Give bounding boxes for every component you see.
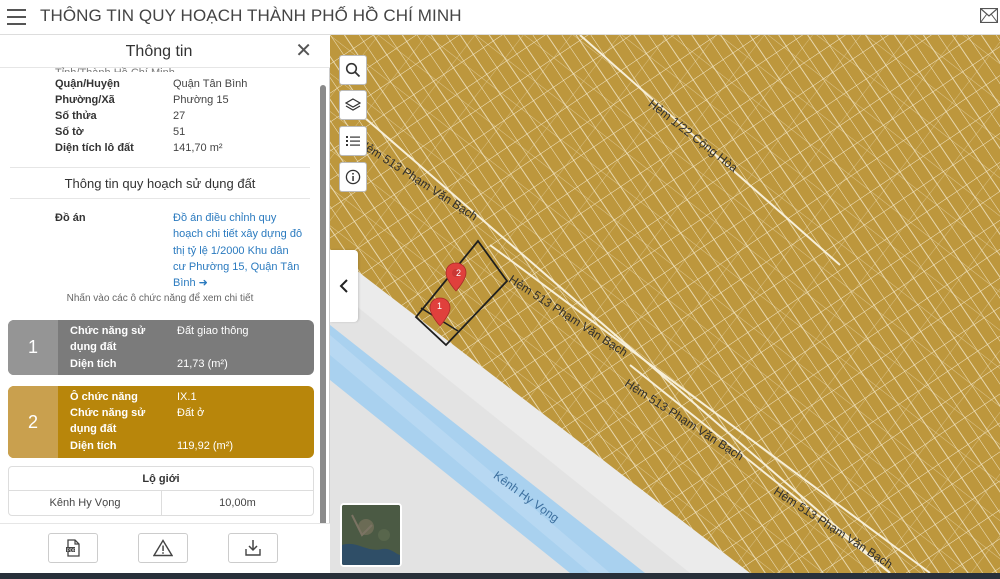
divider: [10, 198, 310, 199]
planning-map[interactable]: 2 1 Hẻm 513 Phạm Văn Bạch Hẻm 513 Phạm V…: [330, 35, 1000, 573]
chevron-left-icon: [339, 279, 348, 293]
info-panel: Thông tin ✕ Tỉnh/Thành Hồ Chí Minh Quận/…: [0, 35, 330, 573]
do-an-label: Đồ án: [55, 212, 86, 224]
panel-header: Thông tin ✕: [0, 35, 330, 68]
warning-icon[interactable]: [138, 533, 188, 563]
svg-text:PDF: PDF: [67, 547, 76, 552]
info-value: 51: [173, 126, 186, 138]
land-use-card-2[interactable]: 2 Ô chức năng IX.1 Chức năng sử dụng đất…: [8, 386, 314, 458]
info-key: Phường/Xã: [55, 94, 115, 106]
card-key: Diện tích: [70, 440, 117, 452]
mail-icon[interactable]: [980, 8, 998, 23]
info-value: 27: [173, 110, 186, 122]
lo-gioi-width: 10,00m: [219, 497, 256, 509]
card-key: Chức năng sử dụng đất: [70, 407, 146, 435]
panel-title: Thông tin: [125, 43, 193, 60]
layers-icon[interactable]: [339, 90, 367, 120]
lo-gioi-header: Lộ giới: [9, 467, 313, 491]
satellite-thumbnail: [342, 505, 400, 565]
info-key: Số tờ: [55, 126, 84, 138]
card-key: Ô chức năng: [70, 391, 138, 403]
info-key: Quận/Huyện: [55, 78, 120, 90]
os-taskbar: [0, 573, 1000, 579]
panel-scrollbar[interactable]: [320, 85, 326, 555]
land-use-card-1[interactable]: 1 Chức năng sử dụng đất Đất giao thông D…: [8, 320, 314, 375]
close-icon[interactable]: ✕: [295, 41, 312, 61]
card-key: Diện tích: [70, 358, 117, 370]
satellite-basemap-toggle[interactable]: [340, 503, 402, 567]
divider: [10, 167, 310, 168]
search-icon[interactable]: [339, 55, 367, 85]
top-bar: THÔNG TIN QUY HOẠCH THÀNH PHỐ HỒ CHÍ MIN…: [0, 0, 1000, 35]
info-value: Quận Tân Bình: [173, 78, 248, 90]
card-value: Đất ở: [177, 407, 205, 419]
info-value: 141,70 m²: [173, 142, 223, 154]
card-number: 2: [8, 386, 58, 458]
card-value: 119,92 (m²): [177, 440, 234, 452]
section-title: Thông tin quy hoạch sử dụng đất: [64, 176, 256, 191]
card-key: Chức năng sử dụng đất: [70, 325, 146, 353]
card-value: 21,73 (m²): [177, 358, 228, 370]
marker-2-number: 2: [456, 268, 462, 278]
marker-1-number: 1: [437, 301, 443, 311]
download-icon[interactable]: [228, 533, 278, 563]
hamburger-menu-icon[interactable]: [7, 9, 26, 25]
collapse-panel-button[interactable]: [330, 250, 358, 322]
lo-gioi-name: Kênh Hy Vọng: [9, 491, 162, 515]
info-key: Số thửa: [55, 110, 97, 122]
info-key: Diện tích lô đất: [55, 142, 134, 154]
hint-text: Nhấn vào các ô chức năng để xem chi tiết: [66, 293, 254, 304]
app-title: THÔNG TIN QUY HOẠCH THÀNH PHỐ HỒ CHÍ MIN…: [40, 6, 462, 25]
lo-gioi-table: Lộ giới Kênh Hy Vọng 10,00m: [8, 466, 314, 516]
clipped-row: Tỉnh/Thành Hồ Chí Minh: [55, 67, 175, 72]
pdf-document-icon[interactable]: PDF: [48, 533, 98, 563]
card-value: Đất giao thông: [177, 325, 249, 337]
list-icon[interactable]: [339, 126, 367, 156]
panel-action-bar: PDF: [0, 523, 330, 573]
info-value: Phường 15: [173, 94, 229, 106]
info-icon[interactable]: [339, 162, 367, 192]
do-an-link[interactable]: Đồ án điều chỉnh quy hoạch chi tiết xây …: [173, 210, 303, 291]
card-value: IX.1: [177, 391, 197, 403]
card-number: 1: [8, 320, 58, 375]
